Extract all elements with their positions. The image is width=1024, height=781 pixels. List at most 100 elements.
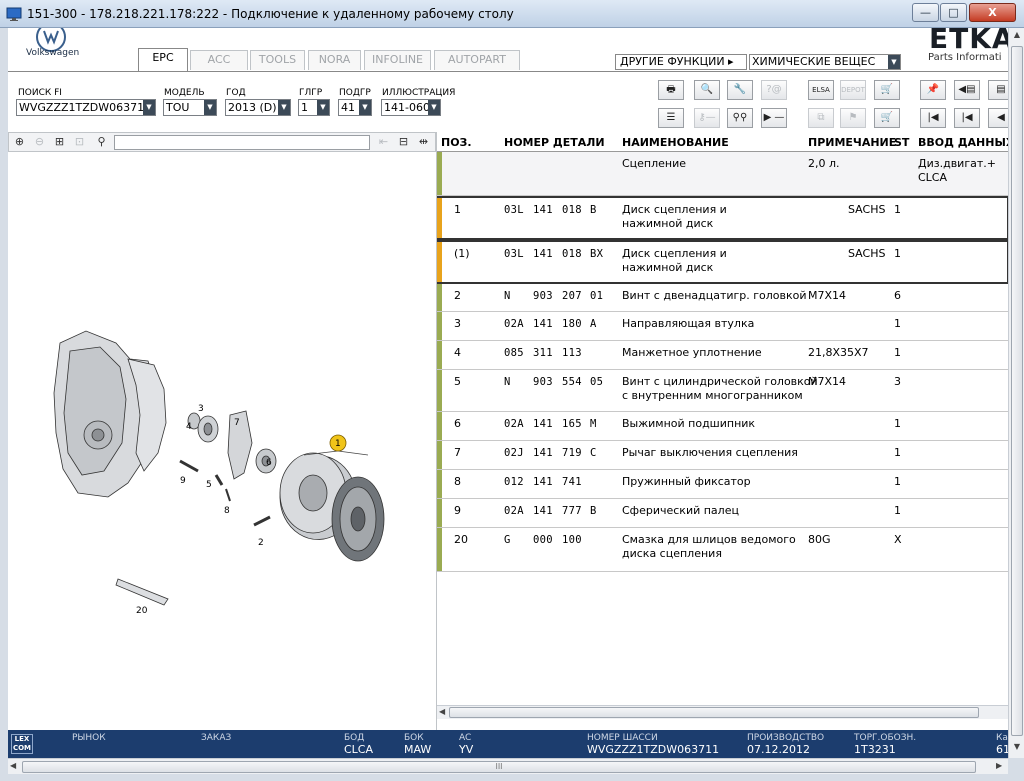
illustration-toolbar: ⊕ ⊖ ⊞ ⊡ ⚲ ⇤ ⊟ ⇹: [8, 132, 436, 152]
table-row[interactable]: 9 02A 141 777 B Сферический палец 1: [437, 499, 1008, 528]
first-page-button[interactable]: |◀: [920, 108, 946, 128]
back-button[interactable]: ◀: [988, 108, 1008, 128]
table-row[interactable]: 7 02J 141 719 C Рычаг выключения сцепления 1: [437, 441, 1008, 470]
callout-3[interactable]: 3: [198, 404, 204, 414]
pin-button[interactable]: 📌: [920, 80, 946, 100]
table-row[interactable]: 2 N 903 207 01 Винт с двенадцатигр. головкой M…: [437, 284, 1008, 312]
table-row-group[interactable]: Сцепление 2,0 л. Диз.двигат.+ CLCA: [437, 152, 1008, 196]
other-functions-button[interactable]: ДРУГИЕ ФУНКЦИИ ▸: [615, 54, 747, 70]
illustration-search-input[interactable]: [114, 135, 370, 150]
split-view-icon[interactable]: ⇤: [375, 134, 392, 150]
table-row[interactable]: 20 G 000 100 Смазка для шлицов ведомого диска…: [437, 528, 1008, 572]
scroll-left-icon[interactable]: ◀: [439, 707, 445, 716]
vertical-scroll-thumb[interactable]: [1011, 46, 1023, 736]
table-row[interactable]: 4 085 311 113 Манжетное уплотнение 21,8X35X7 1: [437, 341, 1008, 370]
callout-6[interactable]: 6: [266, 458, 272, 468]
table-scroll-thumb[interactable]: [449, 707, 979, 718]
subgroup-dropdown[interactable]: 41 ▼: [338, 99, 372, 116]
elsa-button[interactable]: ELSA: [808, 80, 834, 100]
table-row[interactable]: (1) 03L 141 018 BX Диск сцепления и нажимной д…: [437, 240, 1008, 284]
copy-icon: ⧉: [817, 112, 825, 123]
tab-tools[interactable]: TOOLS: [250, 50, 305, 70]
bike-button[interactable]: ⚲⚲: [727, 108, 753, 128]
minimize-button[interactable]: —: [912, 3, 939, 22]
list-button[interactable]: ☰: [658, 108, 684, 128]
cart-add-button[interactable]: 🛒: [874, 80, 900, 100]
horizontal-scroll-thumb[interactable]: III: [22, 761, 976, 773]
callout-20[interactable]: 20: [136, 606, 148, 616]
search-icon[interactable]: ⚲: [93, 134, 110, 150]
table-row[interactable]: 3 02A 141 180 A Направляющая втулка 1: [437, 312, 1008, 341]
part-number-3: 180: [562, 318, 582, 330]
exploded-view-illustration[interactable]: 1 2 3 4 5 6 7 8 9 20: [8, 153, 436, 758]
scroll-down-icon[interactable]: ▼: [1011, 742, 1023, 754]
col-header-st[interactable]: ST: [894, 136, 909, 149]
remote-desktop-window: 151-300 - 178.218.221.178:222 - Подключе…: [0, 0, 1024, 781]
zoom-out-icon[interactable]: ⊖: [31, 134, 48, 150]
callout-4[interactable]: 4: [186, 422, 192, 432]
col-header-pos[interactable]: ПОЗ.: [441, 136, 472, 149]
back-page-button[interactable]: ◀▤: [954, 80, 980, 100]
part-number-1: 02A: [504, 505, 524, 517]
close-button[interactable]: X: [969, 3, 1016, 22]
search-part-button[interactable]: 🔍: [694, 80, 720, 100]
callout-1[interactable]: 1: [335, 439, 341, 449]
model-dropdown[interactable]: TOU ▼: [163, 99, 217, 116]
tab-acc[interactable]: ACC: [190, 50, 248, 70]
table-row[interactable]: 6 02A 141 165 M Выжимной подшипник 1: [437, 412, 1008, 441]
tag-button[interactable]: ⚑: [840, 108, 866, 128]
window-titlebar[interactable]: 151-300 - 178.218.221.178:222 - Подключе…: [0, 0, 1024, 28]
year-label: ГОД: [226, 88, 246, 98]
chemicals-dropdown-value: ХИМИЧЕСКИЕ ВЕЩЕС: [752, 55, 876, 68]
zoom-in-icon[interactable]: ⊕: [11, 134, 28, 150]
col-header-partno[interactable]: НОМЕР ДЕТАЛИ: [504, 136, 605, 149]
callout-2[interactable]: 2: [258, 538, 264, 548]
maximize-button[interactable]: □: [940, 3, 967, 22]
group-name: Сцепление: [622, 157, 687, 170]
tools-button[interactable]: 🔧: [727, 80, 753, 100]
copy-button[interactable]: ⧉: [808, 108, 834, 128]
callout-8[interactable]: 8: [224, 506, 230, 516]
tab-nora[interactable]: NORA: [308, 50, 361, 70]
pin-icon: 📌: [926, 84, 940, 95]
prev-page-button[interactable]: |◀: [954, 108, 980, 128]
table-row[interactable]: 5 N 903 554 05 Винт с цилиндрической головкой…: [437, 370, 1008, 412]
row-pos: 3: [454, 317, 461, 330]
horizontal-scrollbar[interactable]: ◀ III ▶: [8, 758, 1008, 774]
year-dropdown[interactable]: 2013 (D) ▼: [225, 99, 291, 116]
cart-button[interactable]: 🛒: [874, 108, 900, 128]
depot-button[interactable]: DEPOT: [840, 80, 866, 100]
scroll-right-icon[interactable]: ▶: [996, 761, 1002, 770]
vertical-scrollbar[interactable]: ▲ ▼: [1008, 28, 1024, 758]
scroll-left-icon[interactable]: ◀: [10, 761, 16, 770]
layout-icon[interactable]: ⊟: [395, 134, 412, 150]
play-minus-button[interactable]: ▶ —: [761, 108, 787, 128]
table-horizontal-scrollbar[interactable]: ◀: [437, 705, 1008, 719]
zoom-fit-icon[interactable]: ⊡: [71, 134, 88, 150]
col-header-note[interactable]: ПРИМЕЧАНИЕ: [808, 136, 896, 149]
col-header-name[interactable]: НАИМЕНОВАНИЕ: [622, 136, 729, 149]
callout-9[interactable]: 9: [180, 476, 186, 486]
table-row[interactable]: 1 03L 141 018 B Диск сцепления и нажимной диск…: [437, 196, 1008, 240]
key-button[interactable]: ⚷—: [694, 108, 720, 128]
col-header-input[interactable]: ВВОД ДАННЫХ П: [918, 136, 1008, 149]
tab-autopart[interactable]: AUTOPART: [434, 50, 520, 70]
scroll-up-icon[interactable]: ▲: [1011, 30, 1023, 42]
fi-search-dropdown[interactable]: WVGZZZ1TZDW06371 ▼: [16, 99, 156, 116]
tab-infoline[interactable]: INFOLINE: [364, 50, 431, 70]
tab-epc[interactable]: EPC: [138, 48, 188, 72]
callout-7[interactable]: 7: [234, 418, 240, 428]
chemicals-dropdown[interactable]: ХИМИЧЕСКИЕ ВЕЩЕС ▼: [749, 54, 901, 70]
part-number-1: N: [504, 376, 511, 388]
group-note: 2,0 л.: [808, 157, 840, 170]
next-page-button[interactable]: ▤: [988, 80, 1008, 100]
main-group-dropdown[interactable]: 1 ▼: [298, 99, 330, 116]
illustration-dropdown[interactable]: 141-060 ▼: [381, 99, 441, 116]
zoom-area-icon[interactable]: ⊞: [51, 134, 68, 150]
print-button[interactable]: 🖶: [658, 80, 684, 100]
part-number-1: G: [504, 534, 511, 546]
callout-5[interactable]: 5: [206, 480, 212, 490]
help-button[interactable]: ?@: [761, 80, 787, 100]
table-row[interactable]: 8 012 141 741 Пружинный фиксатор 1: [437, 470, 1008, 499]
expand-icon[interactable]: ⇹: [415, 134, 432, 150]
